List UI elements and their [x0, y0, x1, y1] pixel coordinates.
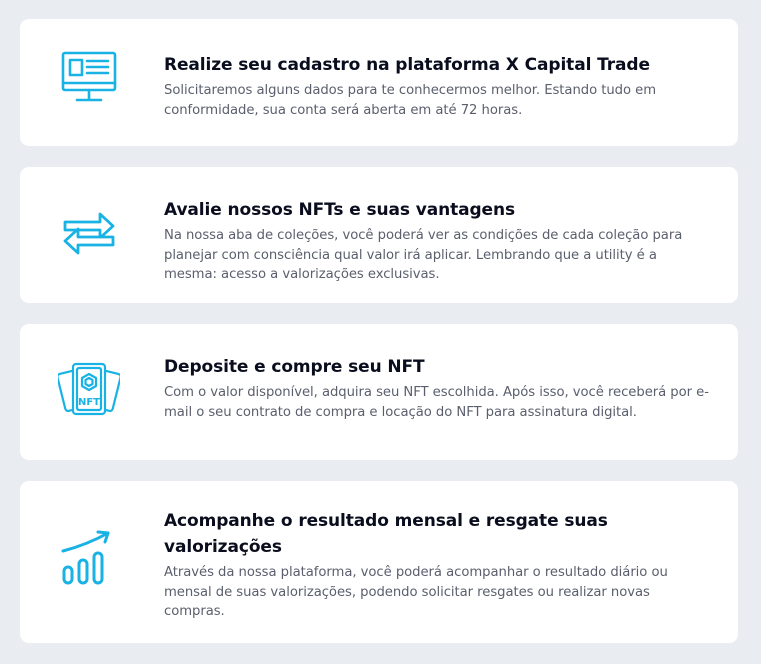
nft-cards-icon: NFT: [58, 358, 120, 420]
growth-chart-icon: [58, 529, 120, 591]
step-title: Acompanhe o resultado mensal e resgate s…: [164, 511, 608, 557]
step-card-track: Acompanhe o resultado mensal e resgate s…: [20, 481, 738, 643]
step-description: Solicitaremos alguns dados para te conhe…: [164, 83, 657, 118]
step-description: Com o valor disponível, adquira seu NFT …: [164, 385, 709, 420]
steps-list: Realize seu cadastro na plataforma X Cap…: [0, 0, 761, 664]
step-title: Realize seu cadastro na plataforma X Cap…: [164, 55, 650, 75]
monitor-document-icon: [58, 49, 120, 111]
step-card-evaluate: Avalie nossos NFTs e suas vantagens Na n…: [20, 167, 738, 303]
nft-icon-label: NFT: [78, 397, 100, 408]
step-card-register: Realize seu cadastro na plataforma X Cap…: [20, 19, 738, 146]
exchange-arrows-icon: [58, 199, 120, 261]
step-description: Através da nossa plataforma, você poderá…: [164, 565, 668, 619]
step-title: Avalie nossos NFTs e suas vantagens: [164, 200, 516, 220]
step-card-deposit: NFT Deposite e compre seu NFT Com o valo…: [20, 324, 738, 460]
step-title: Deposite e compre seu NFT: [164, 357, 425, 377]
step-description: Na nossa aba de coleções, você poderá ve…: [164, 228, 683, 282]
